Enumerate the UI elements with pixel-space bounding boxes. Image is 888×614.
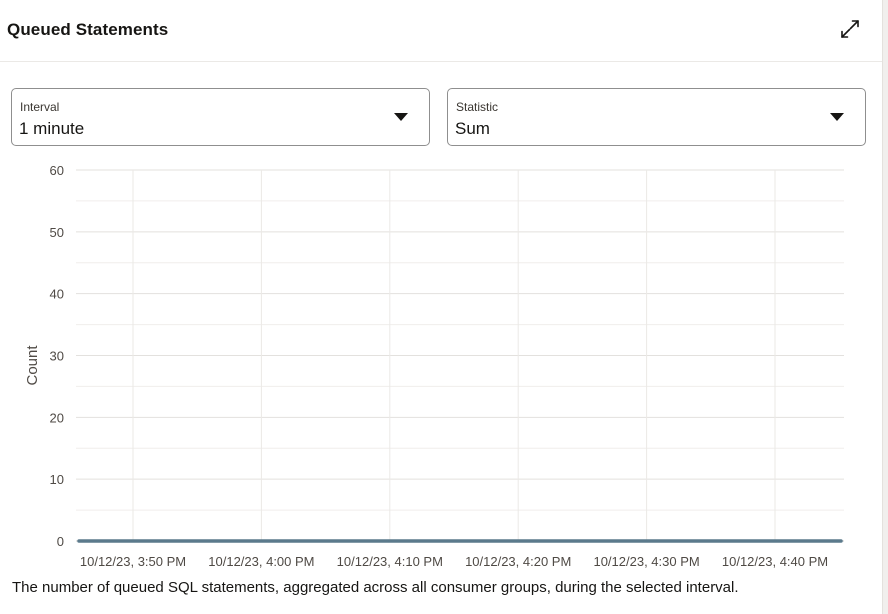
data-point [516, 539, 520, 543]
x-tick-label: 10/12/23, 4:30 PM [593, 554, 699, 569]
y-tick-label: 20 [50, 410, 64, 425]
y-tick-label: 30 [50, 349, 64, 364]
data-point [259, 539, 263, 543]
x-tick-label: 10/12/23, 4:00 PM [208, 554, 314, 569]
y-tick-label: 50 [50, 225, 64, 240]
chevron-down-icon [830, 113, 844, 121]
chart-caption: The number of queued SQL statements, agg… [12, 579, 739, 596]
y-axis-title: Count [24, 345, 41, 386]
panel-header: Queued Statements [0, 0, 882, 62]
data-point [645, 539, 649, 543]
interval-select[interactable]: Interval 1 minute [11, 88, 430, 146]
data-point [131, 539, 135, 543]
queued-statements-chart: 0 10 20 30 40 50 60 10/12/23, 3:50 PM 10/12/23, … [24, 163, 844, 569]
x-tick-label: 10/12/23, 3:50 PM [80, 554, 186, 569]
statistic-value: Sum [455, 119, 490, 138]
data-point [388, 539, 392, 543]
x-tick-label: 10/12/23, 4:10 PM [337, 554, 443, 569]
interval-value: 1 minute [19, 119, 85, 138]
queued-statements-panel: Queued Statements Interval 1 minute Stat… [0, 0, 882, 614]
statistic-label: Statistic [456, 100, 499, 114]
data-point [773, 539, 777, 543]
y-tick-label: 10 [50, 472, 64, 487]
scrollbar-track[interactable] [882, 0, 888, 614]
x-tick-label: 10/12/23, 4:40 PM [722, 554, 828, 569]
x-tick-label: 10/12/23, 4:20 PM [465, 554, 571, 569]
panel-title: Queued Statements [7, 20, 169, 39]
expand-icon [841, 20, 859, 38]
interval-label: Interval [20, 100, 60, 114]
chevron-down-icon [394, 113, 408, 121]
y-tick-label: 60 [50, 163, 64, 178]
y-tick-label: 40 [50, 287, 64, 302]
y-tick-label: 0 [57, 534, 64, 549]
expand-button[interactable] [836, 15, 864, 43]
statistic-select[interactable]: Statistic Sum [447, 88, 866, 146]
